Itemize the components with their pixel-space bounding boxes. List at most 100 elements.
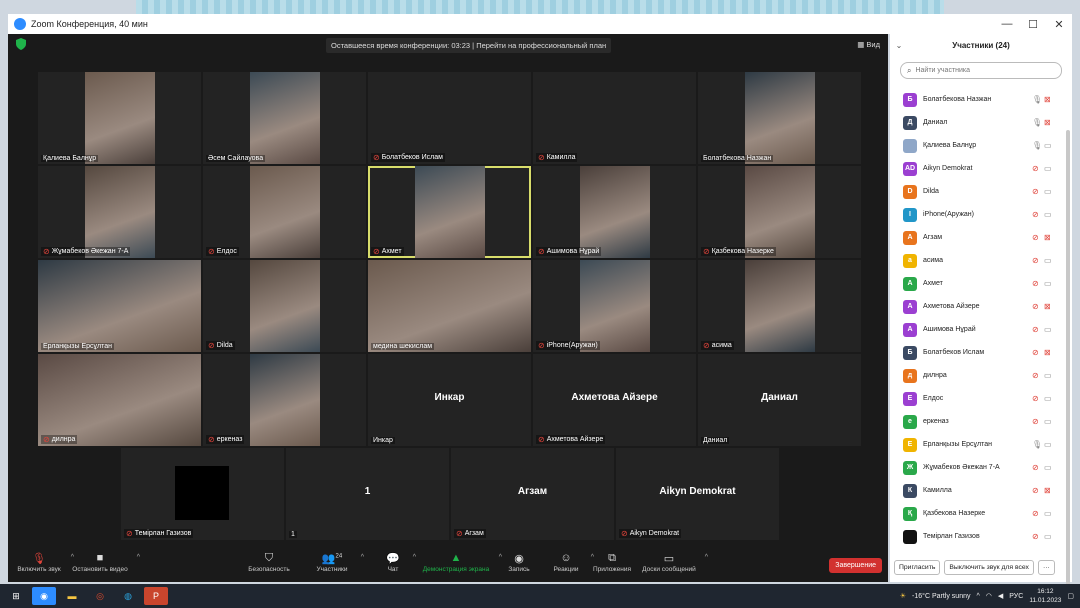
language-indicator[interactable]: РУС — [1009, 593, 1023, 600]
participant-row[interactable]: А Агзам ⊘ ⊠ — [890, 226, 1066, 249]
volume-icon[interactable]: ◀ — [998, 592, 1003, 600]
chat-label: Чат — [387, 566, 399, 573]
clock-date: 11.01.2023 — [1029, 597, 1062, 604]
maximize-button[interactable]: ☐ — [1020, 18, 1046, 31]
participant-row[interactable]: D Dilda ⊘ ▭ — [890, 180, 1066, 203]
participant-row[interactable]: а асима ⊘ ▭ — [890, 249, 1066, 272]
video-tile[interactable]: ⊘ Болатбеков Ислам — [368, 72, 531, 164]
chrome-icon[interactable]: ◎ — [88, 587, 112, 605]
video-tile[interactable]: Агзам ⊘ Агзам — [451, 448, 614, 540]
participant-row[interactable]: Темірлан Газизов ⊘ ▭ — [890, 525, 1066, 548]
mic-muted-icon: ⊘ — [1032, 325, 1039, 334]
zoom-app-icon[interactable]: ◉ — [32, 587, 56, 605]
windows-start-icon[interactable]: ⊞ — [4, 587, 28, 605]
video-tile[interactable]: ⊘ Dilda — [203, 260, 366, 352]
video-tile[interactable]: ⊘ Ашимова Нұрай — [533, 166, 696, 258]
video-tile[interactable]: ⊘ Темірлан Газизов — [121, 448, 284, 540]
participant-row[interactable]: Б Болатбекова Назжан 🎙 ⊠ — [890, 88, 1066, 111]
video-tile[interactable]: 11 — [286, 448, 449, 540]
video-tile[interactable]: ⊘ Ахмет — [368, 166, 531, 258]
video-tile[interactable]: медина шекислам — [368, 260, 531, 352]
video-tile[interactable]: ⊘ дилнра — [38, 354, 201, 446]
participants-button[interactable]: 👥24 Участники ^ — [310, 552, 364, 573]
mute-all-button[interactable]: Выключить звук для всех — [944, 559, 1034, 575]
chevron-up-icon[interactable]: ^ — [413, 554, 416, 561]
windows-taskbar: ⊞ ◉ ▬ ◎ ◍ P ☀ -16°C Partly sunny ^ ◠ ◀ Р… — [0, 584, 1080, 608]
whiteboard-button[interactable]: ▭ Доски сообщений ^ — [640, 552, 708, 573]
participant-row[interactable]: IiPhone(Аружан) ⊘ ▭ — [890, 203, 1066, 226]
meeting-time-banner[interactable]: Оставшееся время конференции: 03:23 | Пе… — [326, 38, 612, 53]
participant-row[interactable]: д дилнра ⊘ ▭ — [890, 364, 1066, 387]
powerpoint-icon[interactable]: P — [144, 587, 168, 605]
reactions-button[interactable]: ☺ Реакции ^ — [548, 552, 594, 573]
stop-video-button[interactable]: ■ Остановить видео ^ — [70, 552, 140, 573]
share-screen-button[interactable]: ▲ Демонстрация экрана ^ — [420, 552, 502, 573]
participant-row[interactable]: А Ахметова Айзере ⊘ ⊠ — [890, 295, 1066, 318]
mic-muted-icon: ⊘ — [1032, 371, 1039, 380]
weather-text[interactable]: -16°C Partly sunny — [912, 593, 970, 600]
edge-icon[interactable]: ◍ — [116, 587, 140, 605]
file-explorer-icon[interactable]: ▬ — [60, 587, 84, 605]
camera-feed — [38, 354, 201, 446]
unmute-button[interactable]: 🎙 Включить звук ^ — [14, 552, 74, 573]
minimize-button[interactable]: — — [994, 18, 1020, 31]
chevron-up-icon[interactable]: ^ — [361, 554, 364, 561]
wifi-icon[interactable]: ◠ — [986, 592, 992, 600]
scrollbar[interactable] — [1066, 130, 1070, 590]
more-options-button[interactable]: ··· — [1037, 559, 1055, 575]
video-tile[interactable]: ⊘ Жұмабеков Әкежан 7-А — [38, 166, 201, 258]
video-tile[interactable]: Ерланқызы Ерсұлтан — [38, 260, 201, 352]
notification-icon[interactable]: ▢ — [1067, 592, 1074, 600]
video-tile[interactable]: ⊘ Қазбекова Назерке — [698, 166, 861, 258]
video-tile[interactable]: Даниал Даниал — [698, 354, 861, 446]
video-tile[interactable]: Ахметова Айзере ⊘ Ахметова Айзере — [533, 354, 696, 446]
security-shield-icon[interactable] — [16, 38, 26, 50]
chat-button[interactable]: 💬 Чат ^ — [380, 552, 416, 573]
video-tile[interactable]: ⊘ еркеназ — [203, 354, 366, 446]
close-button[interactable]: ✕ — [1046, 18, 1072, 31]
video-tile[interactable]: Әсем Сайлауова — [203, 72, 366, 164]
participant-row[interactable]: Қ Қазбекова Назерке ⊘ ▭ — [890, 502, 1066, 525]
avatar — [903, 529, 917, 544]
participant-row[interactable]: Қалиева Балнұр 🎙 ▭ — [890, 134, 1066, 157]
participant-row[interactable]: Б Болатбеков Ислам ⊘ ⊠ — [890, 341, 1066, 364]
mic-muted-icon: ⊘ — [1032, 233, 1039, 242]
participant-row[interactable]: Е Ерланқызы Ерсұлтан 🎙 ▭ — [890, 433, 1066, 456]
participant-row[interactable]: А Ашимова Нұрай ⊘ ▭ — [890, 318, 1066, 341]
security-button[interactable]: ⛉ Безопасность — [244, 552, 294, 573]
participant-row[interactable]: К Камилла ⊘ ⊠ — [890, 479, 1066, 502]
mic-muted-icon: ⊘ — [538, 341, 545, 350]
video-tile[interactable]: ⊘ iPhone(Аружан) — [533, 260, 696, 352]
video-tile[interactable]: Aikyn Demokrat ⊘ Aikyn Demokrat — [616, 448, 779, 540]
participant-row[interactable]: Д Даниал 🎙 ⊠ — [890, 111, 1066, 134]
participant-row[interactable]: е еркеназ ⊘ ▭ — [890, 410, 1066, 433]
participants-count: 24 — [335, 553, 343, 560]
participant-search-input[interactable]: ⌕ Найти участника — [900, 62, 1062, 79]
participant-name: iPhone(Аружан) — [546, 342, 598, 349]
video-tile[interactable]: Болатбекова Назжан — [698, 72, 861, 164]
video-tile[interactable]: Инкар Инкар — [368, 354, 531, 446]
chevron-down-icon[interactable]: ⌄ — [890, 41, 908, 50]
apps-button[interactable]: ⧉ Приложения — [590, 552, 634, 573]
clock[interactable]: 16:12 11.01.2023 — [1029, 587, 1061, 605]
video-tile[interactable]: ⊘ асима — [698, 260, 861, 352]
chevron-up-icon[interactable]: ^ — [705, 554, 708, 561]
participant-row[interactable]: А Ахмет ⊘ ▭ — [890, 272, 1066, 295]
chevron-up-icon[interactable]: ^ — [499, 554, 502, 561]
video-tile[interactable]: ⊘ Камилла — [533, 72, 696, 164]
shield-icon: ⛉ — [264, 552, 274, 564]
chevron-up-icon[interactable]: ^ — [976, 593, 979, 600]
video-tile[interactable]: ⊘ Елдос — [203, 166, 366, 258]
video-tile[interactable]: Қалиева Балнұр — [38, 72, 201, 164]
chevron-up-icon[interactable]: ^ — [137, 554, 140, 561]
participant-row[interactable]: Е Елдос ⊘ ▭ — [890, 387, 1066, 410]
mic-muted-icon: ⊘ — [373, 247, 380, 256]
tile-name-label: ⊘ Қазбекова Назерке — [701, 247, 776, 256]
record-button[interactable]: ◉ Запись — [504, 552, 534, 573]
participant-row[interactable]: AD Aikyn Demokrat ⊘ ▭ — [890, 157, 1066, 180]
view-button[interactable]: ▦ Вид — [857, 40, 880, 49]
tile-display-name: Агзам — [517, 486, 548, 497]
invite-button[interactable]: Пригласить — [894, 559, 941, 575]
end-meeting-button[interactable]: Завершение — [829, 558, 882, 573]
participant-row[interactable]: Ж Жұмабеков Әкежан 7-А ⊘ ▭ — [890, 456, 1066, 479]
